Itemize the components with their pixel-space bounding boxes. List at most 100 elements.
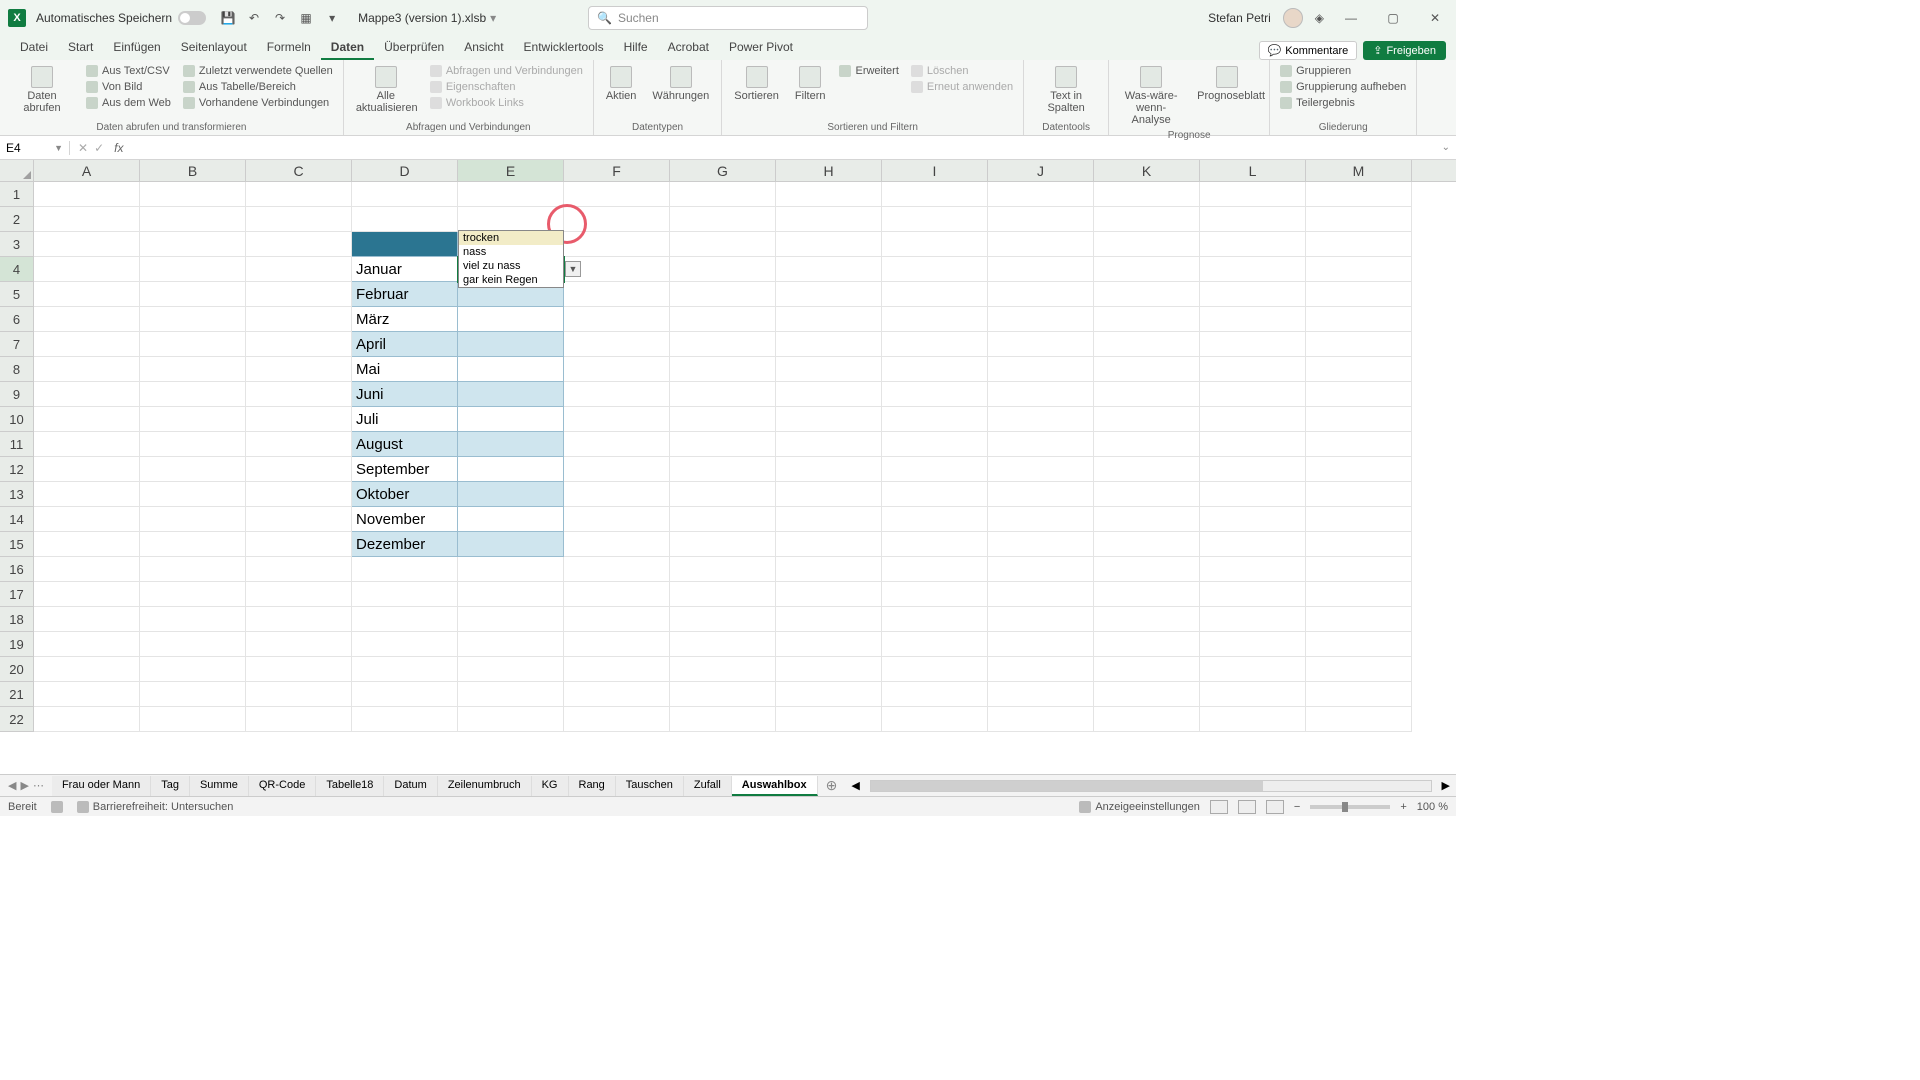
cell[interactable] <box>1306 482 1412 507</box>
cell[interactable] <box>1094 357 1200 382</box>
cell[interactable] <box>670 632 776 657</box>
horizontal-scrollbar[interactable]: ◀ ▶ <box>845 779 1456 792</box>
sheet-tab[interactable]: Tauschen <box>616 776 684 796</box>
cell[interactable] <box>458 657 564 682</box>
cell[interactable] <box>988 407 1094 432</box>
cell[interactable] <box>458 582 564 607</box>
cell[interactable] <box>776 207 882 232</box>
cell[interactable] <box>988 182 1094 207</box>
ribbon-button[interactable]: Filtern <box>791 64 830 104</box>
cell[interactable] <box>1200 557 1306 582</box>
cell[interactable] <box>670 357 776 382</box>
cell[interactable] <box>140 407 246 432</box>
cell[interactable] <box>988 282 1094 307</box>
sheet-tab[interactable]: KG <box>532 776 569 796</box>
cell[interactable] <box>988 432 1094 457</box>
row-header[interactable]: 21 <box>0 682 34 707</box>
cell[interactable] <box>564 632 670 657</box>
cell[interactable] <box>564 707 670 732</box>
cell[interactable] <box>776 457 882 482</box>
cell[interactable] <box>988 307 1094 332</box>
macro-record-icon[interactable] <box>51 801 63 813</box>
menu-tab-überprüfen[interactable]: Überprüfen <box>374 36 454 60</box>
cell[interactable]: Mai <box>352 357 458 382</box>
cell[interactable] <box>776 482 882 507</box>
cell[interactable] <box>1200 282 1306 307</box>
row-header[interactable]: 11 <box>0 432 34 457</box>
dropdown-item[interactable]: viel zu nass <box>459 259 563 273</box>
cell[interactable] <box>1094 282 1200 307</box>
cell[interactable] <box>988 582 1094 607</box>
cell[interactable] <box>988 682 1094 707</box>
cell[interactable] <box>1306 207 1412 232</box>
cell[interactable] <box>882 482 988 507</box>
comments-button[interactable]: 💬Kommentare <box>1259 41 1358 60</box>
cell[interactable] <box>988 332 1094 357</box>
cell[interactable] <box>1306 607 1412 632</box>
cell[interactable] <box>140 182 246 207</box>
cell[interactable] <box>140 607 246 632</box>
cell[interactable] <box>352 207 458 232</box>
cell[interactable] <box>988 382 1094 407</box>
cell[interactable] <box>882 257 988 282</box>
cell[interactable] <box>988 557 1094 582</box>
cell[interactable] <box>140 482 246 507</box>
cell[interactable] <box>1200 207 1306 232</box>
row-header[interactable]: 18 <box>0 607 34 632</box>
ribbon-button[interactable]: Was-wäre-wenn-Analyse <box>1117 64 1185 128</box>
row-header[interactable]: 15 <box>0 532 34 557</box>
cell[interactable] <box>246 382 352 407</box>
cell[interactable] <box>564 307 670 332</box>
cell[interactable] <box>882 582 988 607</box>
menu-tab-daten[interactable]: Daten <box>321 36 374 60</box>
cell[interactable] <box>564 432 670 457</box>
cell[interactable] <box>882 182 988 207</box>
accessibility-status[interactable]: Barrierefreiheit: Untersuchen <box>77 801 234 813</box>
cell[interactable] <box>564 232 670 257</box>
cell[interactable] <box>670 257 776 282</box>
cell[interactable] <box>1094 382 1200 407</box>
cell[interactable] <box>140 707 246 732</box>
zoom-in-button[interactable]: + <box>1400 801 1406 813</box>
filename-chevron-icon[interactable]: ▾ <box>490 11 496 25</box>
search-box[interactable]: 🔍 Suchen <box>588 6 868 30</box>
cell[interactable] <box>670 407 776 432</box>
cell[interactable] <box>988 507 1094 532</box>
cell[interactable] <box>458 432 564 457</box>
cell[interactable] <box>1200 532 1306 557</box>
sheet-nav-more-icon[interactable]: ⋯ <box>33 779 44 792</box>
cell[interactable] <box>352 632 458 657</box>
dropdown-item[interactable]: trocken <box>459 231 563 245</box>
cell[interactable] <box>1306 457 1412 482</box>
cell[interactable] <box>246 307 352 332</box>
ribbon-button[interactable]: Gruppieren <box>1278 64 1408 78</box>
cell[interactable] <box>352 557 458 582</box>
cell[interactable] <box>140 307 246 332</box>
cell[interactable] <box>458 457 564 482</box>
cell[interactable] <box>564 182 670 207</box>
cell[interactable] <box>1306 657 1412 682</box>
row-header[interactable]: 16 <box>0 557 34 582</box>
cell[interactable] <box>670 332 776 357</box>
cell[interactable] <box>1200 257 1306 282</box>
cell[interactable] <box>34 582 140 607</box>
cell[interactable] <box>882 407 988 432</box>
cell[interactable] <box>458 182 564 207</box>
cell[interactable] <box>1200 332 1306 357</box>
cell[interactable] <box>670 657 776 682</box>
cell[interactable] <box>988 657 1094 682</box>
cell[interactable] <box>776 407 882 432</box>
cell[interactable] <box>246 482 352 507</box>
cell[interactable]: Dezember <box>352 532 458 557</box>
cell[interactable] <box>564 482 670 507</box>
cell[interactable] <box>1094 507 1200 532</box>
cell[interactable] <box>246 582 352 607</box>
cell[interactable] <box>1200 382 1306 407</box>
cell[interactable]: November <box>352 507 458 532</box>
scroll-right-icon[interactable]: ▶ <box>1442 779 1450 792</box>
cell[interactable]: Oktober <box>352 482 458 507</box>
row-header[interactable]: 6 <box>0 307 34 332</box>
sheet-nav-prev-icon[interactable]: ◀ <box>8 779 16 792</box>
cell[interactable] <box>564 282 670 307</box>
cell[interactable] <box>140 382 246 407</box>
